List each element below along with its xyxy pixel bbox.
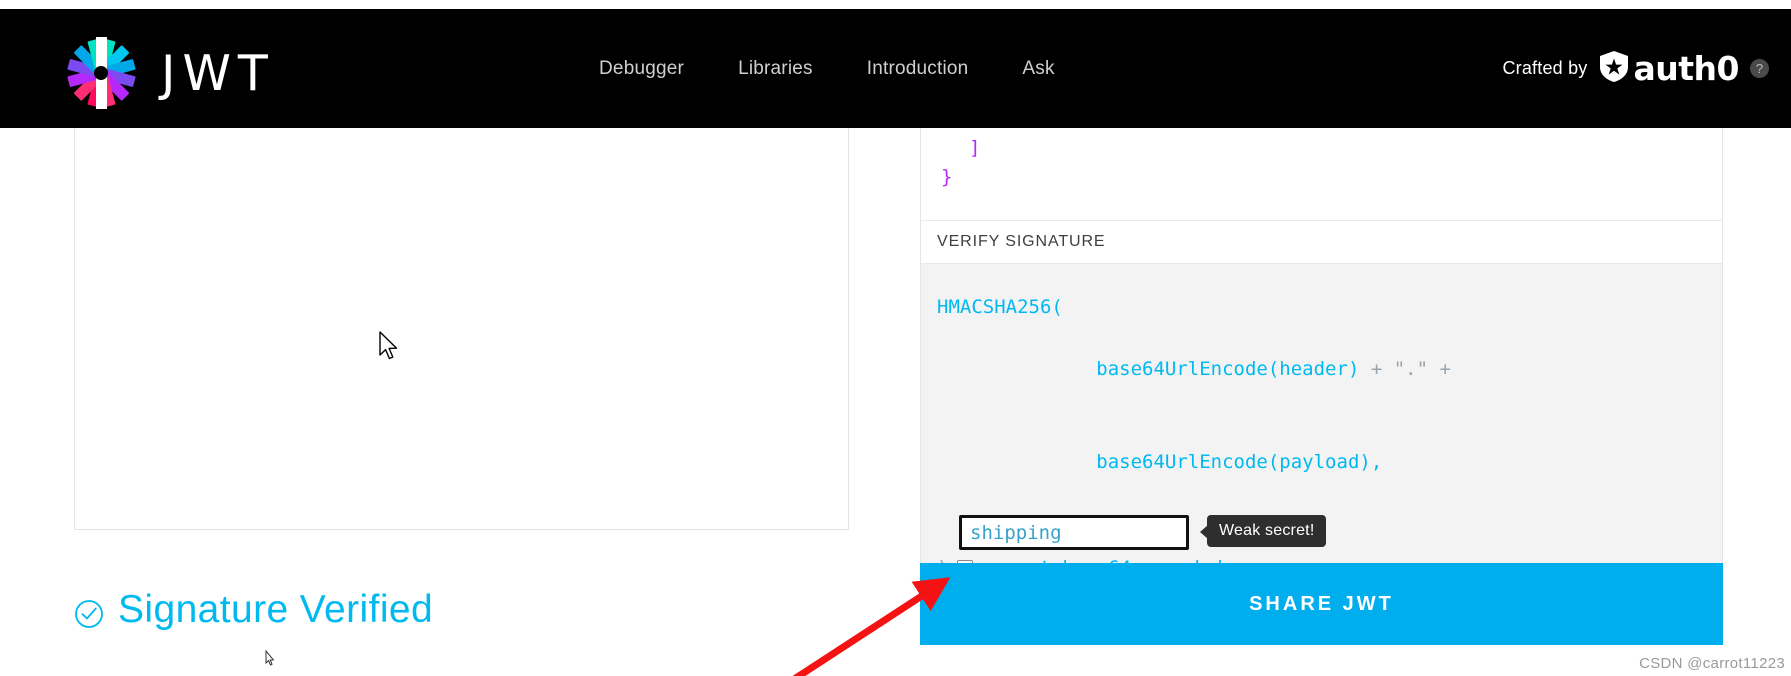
nav-item-debugger[interactable]: Debugger (590, 52, 693, 86)
code-string-dot: "." (1393, 358, 1429, 380)
brand-lockup[interactable]: JWT (63, 35, 275, 111)
payload-code-tail[interactable]: ] } (921, 128, 1722, 220)
jwt-right-column: ] } VERIFY SIGNATURE HMACSHA256( base64U… (920, 128, 1723, 606)
payload-close-bracket: ] (969, 137, 981, 159)
secret-input[interactable] (959, 515, 1189, 550)
signature-status: Signature Verified (74, 588, 433, 632)
jwt-burst-logo-icon (63, 35, 139, 111)
main-navigation: Debugger Libraries Introduction Ask (590, 9, 1064, 128)
payload-close-brace: } (941, 166, 953, 188)
signature-status-text: Signature Verified (118, 588, 434, 631)
encoded-decoded-left-card[interactable] (74, 128, 849, 530)
nav-item-libraries[interactable]: Libraries (729, 52, 822, 86)
jwt-debugger-page: JWT Debugger Libraries Introduction Ask … (0, 0, 1791, 676)
verify-signature-body: HMACSHA256( base64UrlEncode(header) + ".… (921, 263, 1722, 605)
verify-signature-panel: ] } VERIFY SIGNATURE HMACSHA256( base64U… (920, 128, 1723, 606)
crafted-by-block: Crafted by auth0 ? (1502, 9, 1769, 128)
brand-wordmark: JWT (161, 44, 275, 102)
code-op-plus-2: + (1428, 358, 1451, 380)
nav-item-ask[interactable]: Ask (1013, 52, 1063, 86)
check-circle-icon (74, 595, 104, 628)
code-line-hmac: HMACSHA256( (937, 296, 1063, 318)
code-op-plus-1: + (1359, 358, 1394, 380)
nav-item-introduction[interactable]: Introduction (858, 52, 978, 86)
browser-top-edge (0, 0, 1791, 9)
question-mark-icon[interactable]: ? (1750, 59, 1769, 78)
auth0-wordmark: auth0 (1633, 49, 1740, 88)
weak-secret-tooltip: Weak secret! (1199, 515, 1327, 547)
code-line-payload-encode: base64UrlEncode(payload), (937, 416, 1722, 509)
share-jwt-button[interactable]: SHARE JWT (920, 563, 1723, 645)
logo-center-dot (94, 66, 108, 80)
code-line-header-encode: base64UrlEncode(header) + "." + (937, 323, 1722, 416)
verify-signature-heading: VERIFY SIGNATURE (921, 221, 1722, 263)
csdn-watermark: CSDN @carrot11223 (1639, 655, 1785, 672)
debugger-stage: Signature Verified ] } VERIFY SIGNATURE … (0, 128, 1791, 676)
code-fn-base64-header: base64UrlEncode(header) (1096, 358, 1360, 380)
text-caret-cursor (265, 649, 275, 673)
auth0-logo[interactable]: auth0 (1599, 49, 1740, 88)
crafted-by-label: Crafted by (1502, 58, 1588, 78)
code-fn-base64-payload: base64UrlEncode(payload), (1096, 451, 1383, 473)
secret-input-row: Weak secret! (937, 515, 1722, 553)
auth0-star-shield-icon (1599, 50, 1629, 88)
site-header: JWT Debugger Libraries Introduction Ask … (0, 9, 1791, 128)
